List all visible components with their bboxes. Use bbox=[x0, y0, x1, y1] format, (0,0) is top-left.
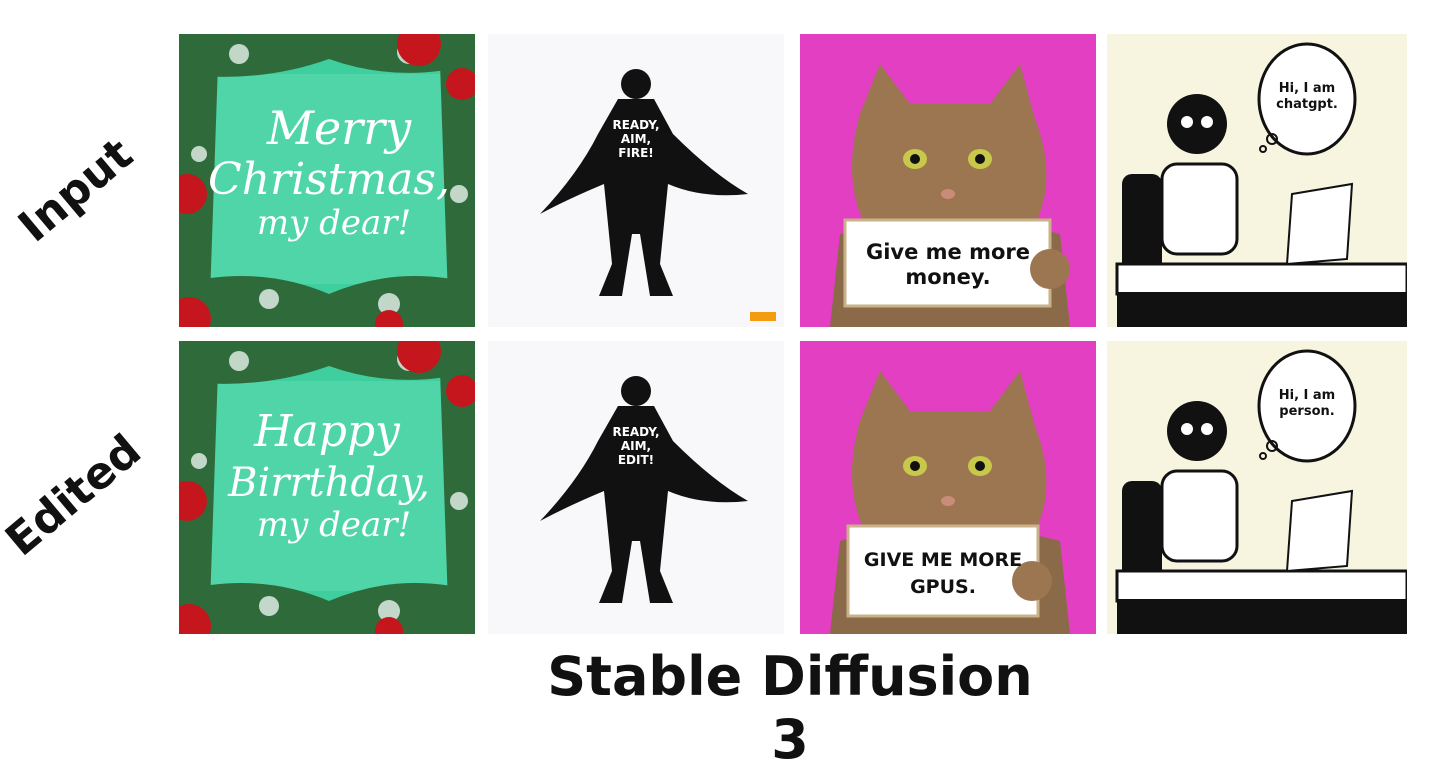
christmas-line1: Merry bbox=[266, 101, 412, 155]
hero-line3: EDIT! bbox=[618, 453, 654, 467]
input-hero-image: READY, AIM, FIRE! bbox=[488, 34, 784, 327]
robot-line2: chatgpt. bbox=[1276, 97, 1338, 112]
figure-caption: Stable Diffusion 3 bbox=[547, 645, 1033, 771]
christmas-line3: my dear! bbox=[257, 505, 411, 545]
input-christmas-image: Merry Christmas, my dear! bbox=[179, 34, 475, 327]
robot-line1: Hi, I am bbox=[1279, 81, 1335, 96]
robot-line2: person. bbox=[1279, 404, 1334, 419]
hero-line1: READY, bbox=[612, 118, 659, 132]
cat-line1: Give me more bbox=[866, 240, 1030, 264]
edited-hero-image: READY, AIM, EDIT! bbox=[488, 341, 784, 634]
input-cat-image: Give me more money. bbox=[800, 34, 1096, 327]
cat-line2: GPUS. bbox=[910, 576, 976, 598]
edited-christmas-image: Happy Birrthday, my dear! bbox=[179, 341, 475, 634]
christmas-line1: Happy bbox=[253, 406, 401, 457]
christmas-line2: Christmas, bbox=[208, 154, 450, 205]
edited-cat-image: GIVE ME MORE GPUS. bbox=[800, 341, 1096, 634]
edited-robot-image: Hi, I am person. bbox=[1107, 341, 1407, 634]
robot-line1: Hi, I am bbox=[1279, 388, 1335, 403]
christmas-line3: my dear! bbox=[257, 203, 411, 243]
cat-line2: money. bbox=[905, 265, 990, 289]
hero-line2: AIM, bbox=[621, 132, 651, 146]
hero-line3: FIRE! bbox=[618, 146, 654, 160]
hero-line1: READY, bbox=[612, 425, 659, 439]
row-label-input: Input bbox=[8, 128, 143, 253]
input-robot-image: Hi, I am chatgpt. bbox=[1107, 34, 1407, 327]
hero-line2: AIM, bbox=[621, 439, 651, 453]
cat-line1: GIVE ME MORE bbox=[864, 549, 1022, 571]
christmas-line2: Birrthday, bbox=[227, 460, 430, 506]
row-label-edited: Edited bbox=[0, 424, 151, 567]
